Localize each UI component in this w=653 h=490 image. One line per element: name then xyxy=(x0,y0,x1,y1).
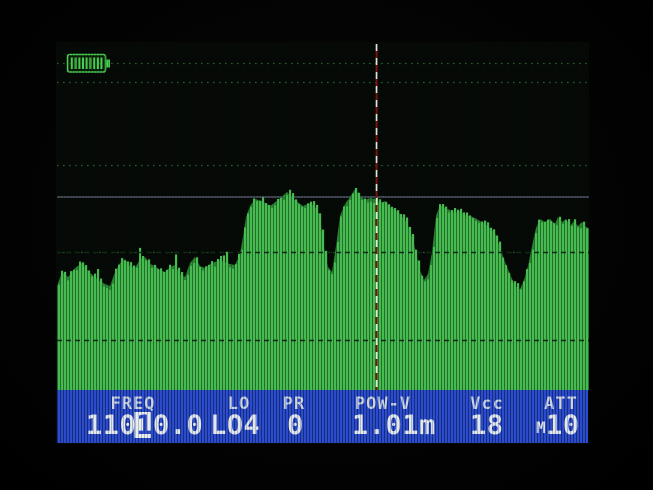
lcd-texture-overlay xyxy=(56,42,589,444)
device-bezel: FREQ LO PR POW-V Vcc ATT 11010.0 LO4 0 1… xyxy=(0,0,653,490)
lcd-screen: FREQ LO PR POW-V Vcc ATT 11010.0 LO4 0 1… xyxy=(0,0,653,490)
